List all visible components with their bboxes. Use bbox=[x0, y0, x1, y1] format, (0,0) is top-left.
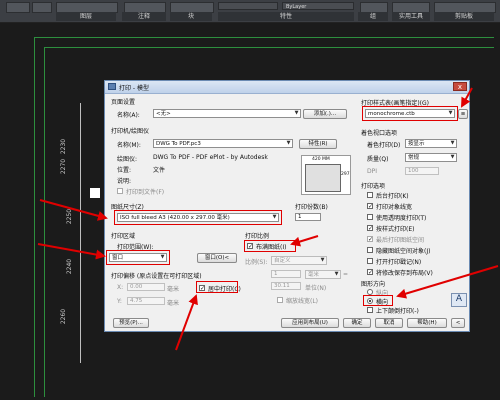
arrow-to-paper-size bbox=[39, 199, 108, 221]
arrow-to-fit-paper bbox=[290, 235, 319, 247]
arrow-to-style-table bbox=[461, 87, 473, 108]
arrow-to-center-plot bbox=[175, 294, 198, 351]
arrow-to-plot-range bbox=[37, 243, 106, 260]
annotation-arrows bbox=[37, 87, 499, 351]
arrow-to-landscape bbox=[396, 265, 499, 299]
